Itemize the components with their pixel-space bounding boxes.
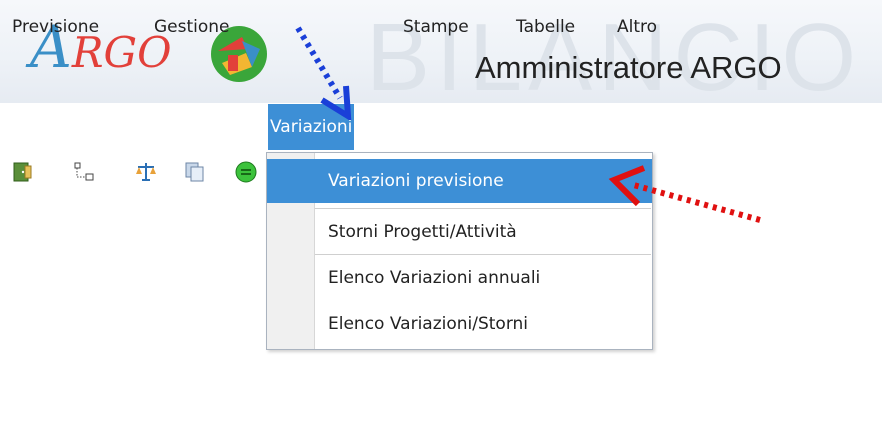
menu-item-label: Elenco Variazioni/Storni — [328, 314, 529, 334]
menu-item-storni-progetti[interactable]: Storni Progetti/Attività — [267, 210, 652, 254]
menu-item-label: Variazioni previsione — [328, 171, 504, 191]
red-arrow-annotation — [608, 165, 761, 223]
green-circle-icon[interactable] — [234, 160, 258, 184]
menu-item-label: Elenco Variazioni annuali — [328, 268, 541, 288]
menu-item-elenco-variazioni-storni[interactable]: Elenco Variazioni/Storni — [267, 302, 652, 346]
menu-gestione[interactable]: Gestione — [154, 16, 230, 38]
menu-bar — [0, 103, 882, 151]
menu-item-elenco-variazioni-annuali[interactable]: Elenco Variazioni annuali — [267, 256, 652, 300]
menu-separator — [315, 254, 651, 255]
admin-title: Amministratore ARGO — [475, 50, 782, 85]
menu-tabelle[interactable]: Tabelle — [516, 16, 575, 38]
menu-previsione[interactable]: Previsione — [12, 16, 99, 38]
menu-altro[interactable]: Altro — [617, 16, 657, 38]
door-icon[interactable] — [10, 160, 34, 184]
scale-icon[interactable] — [134, 160, 158, 184]
menu-item-variazioni-previsione[interactable]: Variazioni previsione — [267, 159, 652, 203]
tree-icon[interactable] — [72, 160, 96, 184]
menu-stampe[interactable]: Stampe — [403, 16, 469, 38]
copy-icon[interactable] — [183, 160, 207, 184]
variazioni-dropdown: Variazioni previsione Storni Progetti/At… — [266, 152, 653, 350]
blue-arrow-annotation — [295, 26, 352, 120]
menu-item-label: Storni Progetti/Attività — [328, 222, 517, 242]
